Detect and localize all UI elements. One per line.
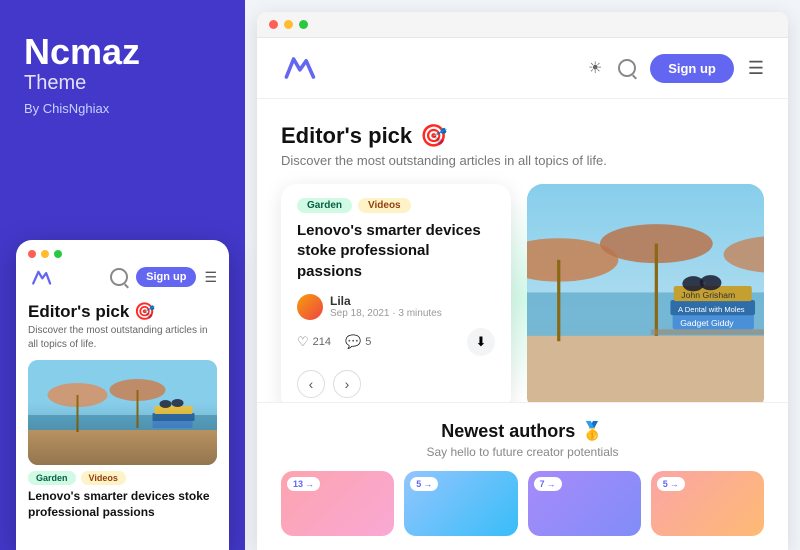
- mobile-tag-videos: Videos: [81, 471, 126, 485]
- signup-button[interactable]: Sign up: [650, 54, 734, 83]
- tag-videos: Videos: [358, 198, 411, 213]
- newest-authors-sub: Say hello to future creator potentials: [281, 445, 764, 459]
- author-avatar: [297, 294, 323, 320]
- mobile-hero-image: [28, 360, 217, 465]
- search-icon[interactable]: [618, 59, 636, 77]
- hero-image: Gadget Giddy A Dental with Moles John Gr…: [527, 184, 764, 402]
- svg-text:A Dental with Moles: A Dental with Moles: [678, 305, 745, 314]
- mobile-signup-button[interactable]: Sign up: [136, 267, 196, 287]
- mobile-content: Editor's pick 🎯 Discover the most outsta…: [16, 298, 229, 352]
- comment-icon: 💬: [345, 334, 361, 350]
- tag-garden: Garden: [297, 198, 352, 213]
- browser-dot-yellow: [284, 20, 293, 29]
- hero-content: Garden Videos Lenovo's smarter devices s…: [281, 184, 764, 402]
- author-date: Sep 18, 2021 · 3 minutes: [330, 308, 442, 319]
- site-logo: [281, 50, 317, 86]
- editors-pick-desc: Discover the most outstanding articles i…: [281, 153, 764, 168]
- brand-name: Ncmaz Theme By ChisNghiax: [24, 32, 221, 116]
- editors-pick-text: Editor's pick: [281, 123, 412, 149]
- browser-content: ☀ Sign up ☰ Editor's pick 🎯 Discover the…: [257, 38, 788, 550]
- author-name: Lila: [330, 294, 442, 308]
- author-card-2[interactable]: 5 →: [404, 471, 517, 536]
- mobile-search-icon[interactable]: [110, 268, 128, 286]
- mobile-dot-red: [28, 250, 36, 258]
- mobile-article-tags: Garden Videos: [16, 465, 229, 485]
- save-button[interactable]: ⬇: [467, 328, 495, 356]
- mobile-dot-green: [54, 250, 62, 258]
- right-panel: ☀ Sign up ☰ Editor's pick 🎯 Discover the…: [245, 0, 800, 550]
- hero-section: Editor's pick 🎯 Discover the most outsta…: [257, 99, 788, 402]
- author-info: Lila Sep 18, 2021 · 3 minutes: [330, 294, 442, 319]
- brand-subtitle: Theme: [24, 72, 221, 95]
- author-card-1[interactable]: 13 →: [281, 471, 394, 536]
- next-arrow-button[interactable]: ›: [333, 370, 361, 398]
- site-navbar: ☀ Sign up ☰: [257, 38, 788, 99]
- author-card-badge-2: 5 →: [410, 477, 438, 491]
- mobile-top-bar: [16, 240, 229, 264]
- article-meta: ♡ 214 💬 5 ⬇: [297, 328, 495, 356]
- mobile-editors-pick-heading: Editor's pick 🎯: [28, 302, 217, 322]
- author-card-4[interactable]: 5 →: [651, 471, 764, 536]
- likes-count: ♡ 214: [297, 334, 331, 350]
- mobile-tag-garden: Garden: [28, 471, 76, 485]
- browser-dot-green: [299, 20, 308, 29]
- mobile-article-title: Lenovo's smarter devices stoke professio…: [16, 485, 229, 520]
- sun-icon[interactable]: ☀: [586, 59, 604, 77]
- svg-text:John Grisham: John Grisham: [681, 290, 735, 300]
- author-card-3[interactable]: 7 →: [528, 471, 641, 536]
- article-title: Lenovo's smarter devices stoke professio…: [297, 221, 495, 282]
- mobile-mockup: Sign up ☰ Editor's pick 🎯 Discover the m…: [16, 240, 229, 550]
- article-card: Garden Videos Lenovo's smarter devices s…: [281, 184, 511, 402]
- editors-pick-emoji: 🎯: [420, 123, 447, 149]
- hamburger-menu-icon[interactable]: ☰: [748, 58, 764, 79]
- mobile-nav: Sign up ☰: [16, 264, 229, 298]
- article-tags: Garden Videos: [297, 198, 495, 213]
- mobile-editors-pick-desc: Discover the most outstanding articles i…: [28, 324, 217, 352]
- newest-authors-heading: Newest authors 🥇: [281, 421, 764, 442]
- mobile-menu-icon[interactable]: ☰: [204, 269, 217, 286]
- author-cards: 13 → 5 → 7 →: [281, 471, 764, 536]
- comments-count: 💬 5: [345, 334, 371, 350]
- author-card-badge-3: 7 →: [534, 477, 562, 491]
- site-nav-right: ☀ Sign up ☰: [586, 54, 764, 83]
- browser-window: ☀ Sign up ☰ Editor's pick 🎯 Discover the…: [257, 12, 788, 550]
- newest-authors-section: Newest authors 🥇 Say hello to future cre…: [257, 402, 788, 550]
- author-card-badge-1: 13 →: [287, 477, 320, 491]
- editors-pick-heading: Editor's pick 🎯: [281, 123, 764, 149]
- brand-by: By ChisNghiax: [24, 101, 221, 116]
- browser-dot-red: [269, 20, 278, 29]
- mobile-dot-yellow: [41, 250, 49, 258]
- heart-icon: ♡: [297, 334, 309, 350]
- svg-text:Gadget Giddy: Gadget Giddy: [680, 318, 734, 328]
- mobile-logo: [28, 264, 54, 290]
- nav-arrows: ‹ ›: [297, 370, 495, 398]
- prev-arrow-button[interactable]: ‹: [297, 370, 325, 398]
- mobile-nav-right: Sign up ☰: [110, 267, 217, 287]
- author-card-badge-4: 5 →: [657, 477, 685, 491]
- browser-title-bar: [257, 12, 788, 38]
- left-panel: Ncmaz Theme By ChisNghiax Sign up ☰ Edi: [0, 0, 245, 550]
- article-author: Lila Sep 18, 2021 · 3 minutes: [297, 294, 495, 320]
- brand-title: Ncmaz: [24, 32, 221, 72]
